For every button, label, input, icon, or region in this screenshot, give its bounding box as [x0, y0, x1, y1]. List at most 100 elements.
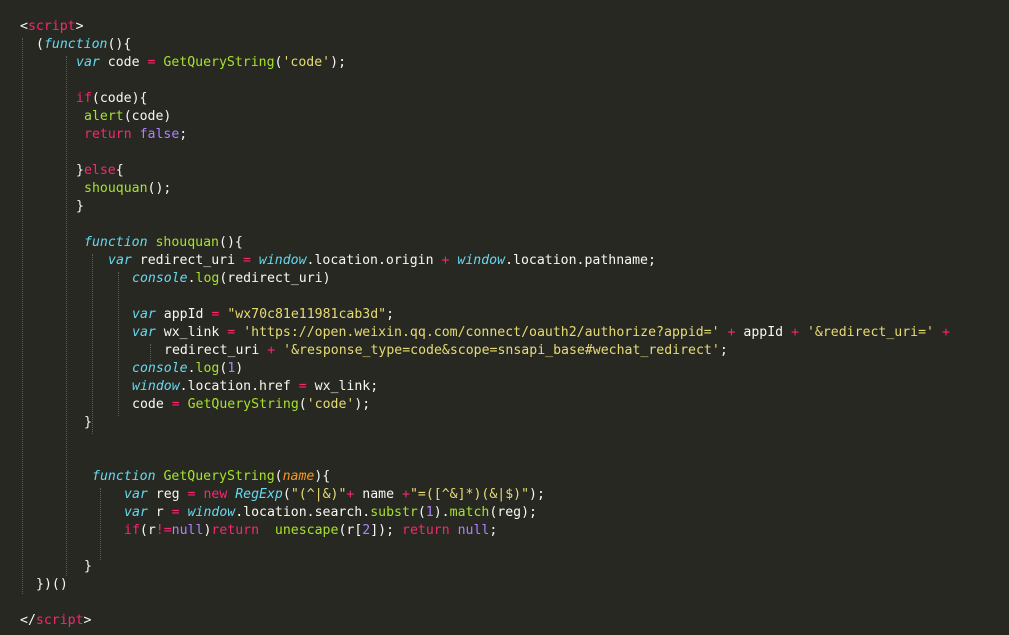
- code-token: redirect_uri: [164, 343, 268, 358]
- code-token: code: [99, 55, 148, 70]
- code-token: =: [171, 505, 180, 520]
- code-token: appId: [735, 325, 792, 340]
- code-token: substr: [370, 505, 418, 520]
- code-token: <: [20, 19, 28, 34]
- code-token: );: [330, 55, 347, 70]
- code-token: ).: [433, 505, 450, 520]
- code-token: 1: [425, 505, 434, 520]
- code-token: ]);: [370, 523, 402, 538]
- code-token: alert: [84, 109, 124, 124]
- code-token: .: [187, 361, 196, 376]
- code-token: }: [84, 559, 92, 574]
- code-token: var: [124, 487, 148, 502]
- code-token: false: [139, 127, 180, 142]
- code-token: script: [27, 19, 76, 34]
- code-token: ;: [489, 523, 498, 538]
- code-token: window: [457, 253, 506, 268]
- code-token: 'https://open.weixin.qq.com/connect/oaut…: [243, 325, 720, 340]
- code-line: var appId = "wx70c81e11981cab3d";: [132, 306, 394, 324]
- code-token: .location.href: [179, 379, 299, 394]
- code-token: match: [449, 505, 490, 520]
- code-line: redirect_uri + '&response_type=code&scop…: [164, 342, 728, 360]
- code-line: var code = GetQueryString('code');: [76, 54, 346, 72]
- code-token: window: [187, 505, 236, 520]
- indent-guide: [22, 38, 23, 594]
- code-token: (: [282, 487, 291, 502]
- code-token: );: [354, 397, 371, 412]
- code-token: RegExp: [235, 487, 283, 502]
- code-token: shouquan: [84, 181, 148, 196]
- code-line: alert(code): [84, 108, 171, 126]
- code-token: var: [76, 55, 100, 70]
- code-token: (){: [219, 235, 243, 250]
- code-token: =: [171, 397, 180, 412]
- code-token: console: [132, 271, 188, 286]
- code-line: if(r!=null)return unescape(r[2]); return…: [124, 522, 497, 540]
- indent-guide: [118, 272, 119, 416]
- code-token: "(^|&)": [290, 487, 347, 502]
- code-token: ;: [386, 307, 395, 322]
- code-token: (reg);: [489, 505, 537, 520]
- code-token: '&response_type=code&scope=snsapi_base#w…: [283, 343, 720, 358]
- code-token: window: [258, 253, 307, 268]
- code-token: else: [83, 163, 116, 178]
- code-token: +: [941, 325, 950, 340]
- code-line: shouquan();: [84, 180, 171, 198]
- code-token: window: [132, 379, 180, 394]
- code-line: window.location.href = wx_link;: [132, 378, 378, 396]
- code-editor[interactable]: <script> (function(){var code = GetQueryS…: [0, 0, 1009, 635]
- code-token: ;: [179, 127, 188, 142]
- code-token: (code): [123, 109, 172, 124]
- code-token: (: [36, 37, 44, 52]
- code-token: var: [124, 505, 148, 520]
- code-line: var redirect_uri = window.location.origi…: [108, 252, 656, 270]
- code-token: null: [457, 523, 490, 538]
- code-token: +: [401, 487, 410, 502]
- code-token: name: [282, 469, 315, 484]
- code-token: ;: [719, 343, 728, 358]
- code-line: var wx_link = 'https://open.weixin.qq.co…: [132, 324, 950, 342]
- code-line: })(): [36, 576, 68, 594]
- code-token: (: [298, 397, 307, 412]
- code-line: }else{: [76, 162, 124, 180]
- code-token: =: [242, 253, 251, 268]
- code-line: var r = window.location.search.substr(1)…: [124, 504, 537, 522]
- code-token: .: [187, 271, 196, 286]
- indent-guide: [100, 488, 101, 560]
- code-token: ();: [147, 181, 172, 196]
- code-line: (function(){: [36, 36, 131, 54]
- indent-guide: [92, 254, 93, 434]
- code-line: function GetQueryString(name){: [92, 468, 330, 486]
- code-token: name: [354, 487, 402, 502]
- code-token: (r[: [338, 523, 363, 538]
- code-token: function: [92, 469, 156, 484]
- code-token: .location.origin: [306, 253, 442, 268]
- code-token: if: [124, 523, 140, 538]
- indent-guide: [66, 56, 67, 576]
- code-token: wx_link;: [306, 379, 379, 394]
- code-line: var reg = new RegExp("(^|&)"+ name +"=([…: [124, 486, 545, 504]
- code-token: var: [132, 307, 156, 322]
- code-token: }: [84, 415, 92, 430]
- code-token: );: [529, 487, 545, 502]
- code-token: >: [83, 613, 92, 628]
- code-token: code: [132, 397, 172, 412]
- code-token: ){: [314, 469, 331, 484]
- code-token: >: [75, 19, 84, 34]
- code-token: var: [132, 325, 156, 340]
- code-line: }: [76, 198, 84, 216]
- code-token: .location.pathname;: [505, 253, 656, 268]
- code-line: }: [84, 558, 92, 576]
- code-token: unescape: [274, 523, 339, 538]
- code-token: console: [132, 361, 188, 376]
- code-token: ): [235, 361, 244, 376]
- code-line: function shouquan(){: [84, 234, 243, 252]
- code-token: GetQueryString: [163, 55, 275, 70]
- code-token: (){: [107, 37, 132, 52]
- code-token: appId: [155, 307, 212, 322]
